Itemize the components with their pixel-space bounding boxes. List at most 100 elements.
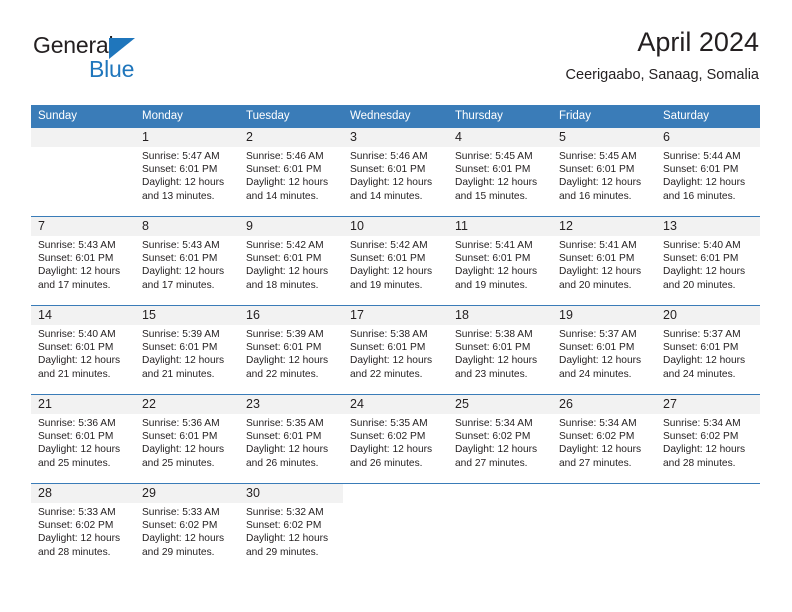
calendar-day[interactable]: 13 Sunrise: 5:40 AM Sunset: 6:01 PM Dayligh… bbox=[656, 217, 760, 305]
calendar-cell: 19 Sunrise: 5:37 AM Sunset: 6:01 PM Dayligh… bbox=[552, 305, 656, 395]
calendar-day[interactable]: 2 Sunrise: 5:46 AM Sunset: 6:01 PM Daylight… bbox=[239, 128, 343, 216]
day-number: 22 bbox=[135, 395, 239, 414]
sunrise-time: Sunrise: 5:32 AM bbox=[246, 507, 324, 518]
daylight-duration-line2: and 25 minutes. bbox=[142, 457, 215, 469]
calendar-cell: 20 Sunrise: 5:37 AM Sunset: 6:01 PM Dayligh… bbox=[656, 305, 760, 395]
sunrise-time: Sunrise: 5:46 AM bbox=[246, 151, 324, 162]
calendar-day[interactable]: 30 Sunrise: 5:32 AM Sunset: 6:02 PM Dayligh… bbox=[239, 484, 343, 568]
calendar-day[interactable]: 9 Sunrise: 5:42 AM Sunset: 6:01 PM Daylight… bbox=[239, 217, 343, 305]
sunrise-time: Sunrise: 5:34 AM bbox=[663, 418, 741, 429]
day-number: 26 bbox=[552, 395, 656, 414]
calendar-day[interactable]: 21 Sunrise: 5:36 AM Sunset: 6:01 PM Dayligh… bbox=[31, 395, 135, 483]
daylight-duration-line2: and 22 minutes. bbox=[350, 368, 423, 380]
calendar-day[interactable]: 1 Sunrise: 5:47 AM Sunset: 6:01 PM Daylight… bbox=[135, 128, 239, 216]
day-details: Sunrise: 5:33 AM Sunset: 6:02 PM Daylight:… bbox=[31, 503, 135, 559]
day-details: Sunrise: 5:40 AM Sunset: 6:01 PM Daylight:… bbox=[656, 236, 760, 292]
calendar-cell: 3 Sunrise: 5:46 AM Sunset: 6:01 PM Daylight… bbox=[343, 127, 448, 217]
calendar-cell: 5 Sunrise: 5:45 AM Sunset: 6:01 PM Daylight… bbox=[552, 127, 656, 217]
calendar-day[interactable]: 11 Sunrise: 5:41 AM Sunset: 6:01 PM Dayligh… bbox=[448, 217, 552, 305]
daylight-duration-line2: and 28 minutes. bbox=[663, 457, 736, 469]
calendar-day[interactable]: 22 Sunrise: 5:36 AM Sunset: 6:01 PM Dayligh… bbox=[135, 395, 239, 483]
sunset-time: Sunset: 6:01 PM bbox=[246, 164, 322, 176]
calendar-day[interactable]: 8 Sunrise: 5:43 AM Sunset: 6:01 PM Daylight… bbox=[135, 217, 239, 305]
calendar-day[interactable]: 12 Sunrise: 5:41 AM Sunset: 6:01 PM Dayligh… bbox=[552, 217, 656, 305]
daylight-duration-line1: Daylight: 12 hours bbox=[663, 177, 746, 189]
sunset-time: Sunset: 6:01 PM bbox=[246, 431, 322, 443]
sunset-time: Sunset: 6:01 PM bbox=[246, 253, 322, 265]
sunset-time: Sunset: 6:01 PM bbox=[663, 164, 739, 176]
calendar-cell: 1 Sunrise: 5:47 AM Sunset: 6:01 PM Daylight… bbox=[135, 127, 239, 217]
calendar-day[interactable]: 14 Sunrise: 5:40 AM Sunset: 6:01 PM Dayligh… bbox=[31, 306, 135, 394]
day-details: Sunrise: 5:35 AM Sunset: 6:01 PM Daylight:… bbox=[239, 414, 343, 470]
daylight-duration-line1: Daylight: 12 hours bbox=[559, 177, 642, 189]
daylight-duration-line2: and 21 minutes. bbox=[142, 368, 215, 380]
calendar-day[interactable]: 3 Sunrise: 5:46 AM Sunset: 6:01 PM Daylight… bbox=[343, 128, 448, 216]
sunset-time: Sunset: 6:01 PM bbox=[663, 342, 739, 354]
calendar-day[interactable]: 15 Sunrise: 5:39 AM Sunset: 6:01 PM Dayligh… bbox=[135, 306, 239, 394]
sunrise-time: Sunrise: 5:38 AM bbox=[350, 329, 428, 340]
day-details: Sunrise: 5:41 AM Sunset: 6:01 PM Daylight:… bbox=[448, 236, 552, 292]
calendar-day[interactable]: 20 Sunrise: 5:37 AM Sunset: 6:01 PM Dayligh… bbox=[656, 306, 760, 394]
daylight-duration-line2: and 29 minutes. bbox=[246, 546, 319, 558]
calendar-cell: 16 Sunrise: 5:39 AM Sunset: 6:01 PM Dayligh… bbox=[239, 305, 343, 395]
sunset-time: Sunset: 6:01 PM bbox=[142, 342, 218, 354]
daylight-duration-line2: and 15 minutes. bbox=[455, 190, 528, 202]
sunset-time: Sunset: 6:01 PM bbox=[142, 164, 218, 176]
calendar-day[interactable]: 29 Sunrise: 5:33 AM Sunset: 6:02 PM Dayligh… bbox=[135, 484, 239, 568]
daylight-duration-line1: Daylight: 12 hours bbox=[455, 444, 538, 456]
sunset-time: Sunset: 6:01 PM bbox=[559, 253, 635, 265]
day-details: Sunrise: 5:36 AM Sunset: 6:01 PM Daylight:… bbox=[135, 414, 239, 470]
weekday-header-friday: Friday bbox=[552, 105, 656, 128]
daylight-duration-line1: Daylight: 12 hours bbox=[663, 444, 746, 456]
sunrise-time: Sunrise: 5:41 AM bbox=[455, 240, 533, 251]
day-details: Sunrise: 5:46 AM Sunset: 6:01 PM Daylight:… bbox=[343, 147, 448, 203]
sunset-time: Sunset: 6:01 PM bbox=[559, 342, 635, 354]
day-number: 16 bbox=[239, 306, 343, 325]
sunset-time: Sunset: 6:02 PM bbox=[455, 431, 531, 443]
sunset-time: Sunset: 6:02 PM bbox=[663, 431, 739, 443]
sunset-time: Sunset: 6:01 PM bbox=[455, 342, 531, 354]
sunrise-time: Sunrise: 5:46 AM bbox=[350, 151, 428, 162]
daylight-duration-line1: Daylight: 12 hours bbox=[455, 266, 538, 278]
calendar-day[interactable]: 24 Sunrise: 5:35 AM Sunset: 6:02 PM Dayligh… bbox=[343, 395, 448, 483]
sunset-time: Sunset: 6:01 PM bbox=[246, 342, 322, 354]
calendar-week-row: 1 Sunrise: 5:47 AM Sunset: 6:01 PM Daylight… bbox=[31, 127, 760, 217]
weekday-header-row: Sunday Monday Tuesday Wednesday Thursday… bbox=[31, 105, 760, 128]
calendar-day[interactable]: 28 Sunrise: 5:33 AM Sunset: 6:02 PM Dayligh… bbox=[31, 484, 135, 568]
sunset-time: Sunset: 6:02 PM bbox=[38, 520, 114, 532]
daylight-duration-line1: Daylight: 12 hours bbox=[350, 266, 433, 278]
daylight-duration-line1: Daylight: 12 hours bbox=[142, 444, 225, 456]
sunrise-time: Sunrise: 5:44 AM bbox=[663, 151, 741, 162]
day-details: Sunrise: 5:42 AM Sunset: 6:01 PM Daylight:… bbox=[239, 236, 343, 292]
day-details bbox=[343, 503, 448, 506]
weekday-header-wednesday: Wednesday bbox=[343, 105, 448, 128]
calendar-day[interactable]: 19 Sunrise: 5:37 AM Sunset: 6:01 PM Dayligh… bbox=[552, 306, 656, 394]
day-number bbox=[552, 484, 656, 503]
sunset-time: Sunset: 6:01 PM bbox=[350, 342, 426, 354]
daylight-duration-line1: Daylight: 12 hours bbox=[246, 355, 329, 367]
calendar-day[interactable]: 18 Sunrise: 5:38 AM Sunset: 6:01 PM Dayligh… bbox=[448, 306, 552, 394]
day-details: Sunrise: 5:40 AM Sunset: 6:01 PM Daylight:… bbox=[31, 325, 135, 381]
calendar-day[interactable]: 6 Sunrise: 5:44 AM Sunset: 6:01 PM Daylight… bbox=[656, 128, 760, 216]
sunset-time: Sunset: 6:02 PM bbox=[559, 431, 635, 443]
calendar-day[interactable]: 5 Sunrise: 5:45 AM Sunset: 6:01 PM Daylight… bbox=[552, 128, 656, 216]
calendar-day[interactable]: 4 Sunrise: 5:45 AM Sunset: 6:01 PM Daylight… bbox=[448, 128, 552, 216]
day-number: 12 bbox=[552, 217, 656, 236]
calendar-day[interactable]: 23 Sunrise: 5:35 AM Sunset: 6:01 PM Dayligh… bbox=[239, 395, 343, 483]
calendar-day[interactable]: 10 Sunrise: 5:42 AM Sunset: 6:01 PM Dayligh… bbox=[343, 217, 448, 305]
day-details bbox=[656, 503, 760, 506]
calendar-day[interactable]: 27 Sunrise: 5:34 AM Sunset: 6:02 PM Dayligh… bbox=[656, 395, 760, 483]
calendar-week-row: 14 Sunrise: 5:40 AM Sunset: 6:01 PM Dayligh… bbox=[31, 305, 760, 395]
calendar-day[interactable]: 17 Sunrise: 5:38 AM Sunset: 6:01 PM Dayligh… bbox=[343, 306, 448, 394]
day-number: 24 bbox=[343, 395, 448, 414]
calendar-day[interactable]: 7 Sunrise: 5:43 AM Sunset: 6:01 PM Daylight… bbox=[31, 217, 135, 305]
day-number: 18 bbox=[448, 306, 552, 325]
day-number: 8 bbox=[135, 217, 239, 236]
daylight-duration-line1: Daylight: 12 hours bbox=[38, 444, 121, 456]
daylight-duration-line2: and 24 minutes. bbox=[663, 368, 736, 380]
calendar-day[interactable]: 25 Sunrise: 5:34 AM Sunset: 6:02 PM Dayligh… bbox=[448, 395, 552, 483]
sunset-time: Sunset: 6:02 PM bbox=[246, 520, 322, 532]
calendar-day[interactable]: 16 Sunrise: 5:39 AM Sunset: 6:01 PM Dayligh… bbox=[239, 306, 343, 394]
calendar-cell: 18 Sunrise: 5:38 AM Sunset: 6:01 PM Dayligh… bbox=[448, 305, 552, 395]
calendar-day[interactable]: 26 Sunrise: 5:34 AM Sunset: 6:02 PM Dayligh… bbox=[552, 395, 656, 483]
